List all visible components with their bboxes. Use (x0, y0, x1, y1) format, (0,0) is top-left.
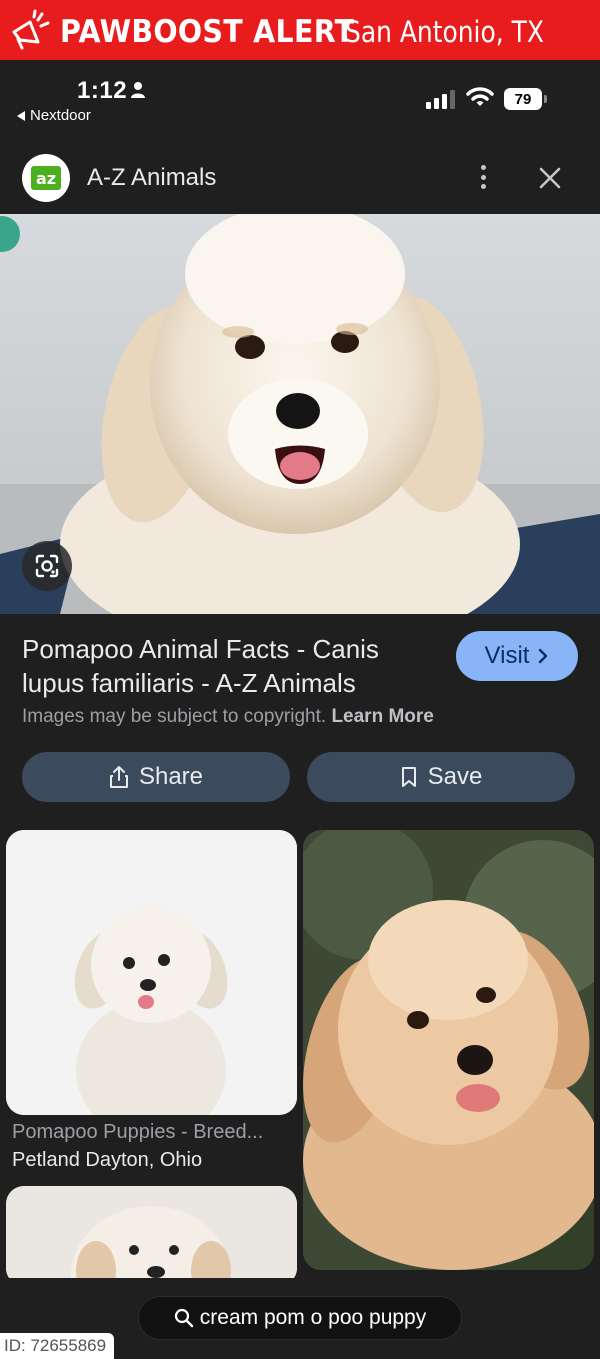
share-button[interactable]: Share (22, 752, 290, 802)
search-query: cream pom o poo puppy (199, 1306, 427, 1329)
chevron-right-icon (539, 648, 548, 664)
copyright-notice: Images may be subject to copyright. Lear… (22, 706, 434, 728)
related-image-card[interactable] (303, 830, 594, 1270)
megaphone-paw-icon (12, 9, 50, 50)
search-icon (174, 1308, 193, 1328)
result-title[interactable]: Pomapoo Animal Facts - Canis lupus famil… (22, 632, 432, 700)
save-label: Save (427, 763, 483, 790)
lens-icon (35, 554, 59, 578)
bookmark-icon (401, 767, 416, 787)
related-image (303, 830, 594, 1270)
person-icon (131, 82, 145, 98)
related-title[interactable]: Pomapoo Puppies - Breed... (12, 1121, 263, 1144)
related-image-card[interactable] (6, 1186, 297, 1286)
share-label: Share (138, 763, 204, 790)
source-logo[interactable]: az (22, 154, 70, 202)
signal-icon (426, 90, 455, 109)
related-image-card[interactable] (6, 830, 297, 1115)
visit-label: Visit (484, 642, 530, 669)
save-button[interactable]: Save (307, 752, 575, 802)
alert-title: PAWBOOST ALERT (60, 14, 355, 50)
battery-icon: 79 (504, 88, 548, 110)
alert-city: San Antonio, TX (345, 15, 544, 49)
battery-level: 79 (504, 88, 542, 110)
main-result-image[interactable] (0, 214, 600, 614)
more-options-icon[interactable] (470, 162, 496, 192)
back-arrow-icon (17, 110, 25, 121)
wifi-icon (466, 87, 494, 106)
back-app-label: Nextdoor (30, 107, 91, 124)
listing-id-watermark: ID: 72655869 (0, 1333, 114, 1359)
status-time: 1:12 (77, 77, 128, 104)
share-icon (109, 766, 128, 788)
learn-more-link[interactable]: Learn More (331, 706, 433, 727)
copyright-text: Images may be subject to copyright. (22, 706, 327, 727)
related-image (6, 830, 297, 1115)
search-query-pill[interactable]: cream pom o poo puppy (138, 1296, 462, 1340)
dog-photo (0, 214, 600, 614)
source-name[interactable]: A-Z Animals (87, 164, 216, 192)
close-icon[interactable] (534, 162, 566, 194)
related-source[interactable]: Petland Dayton, Ohio (12, 1149, 202, 1172)
google-lens-button[interactable] (22, 541, 72, 591)
back-to-app-link[interactable]: Nextdoor (17, 107, 91, 124)
visit-button[interactable]: Visit (456, 631, 578, 681)
source-header: az A-Z Animals (0, 150, 600, 214)
related-image (6, 1186, 297, 1286)
pawboost-alert-banner: PAWBOOST ALERT San Antonio, TX (0, 0, 600, 60)
status-bar: 1:12 Nextdoor 79 (0, 60, 600, 150)
